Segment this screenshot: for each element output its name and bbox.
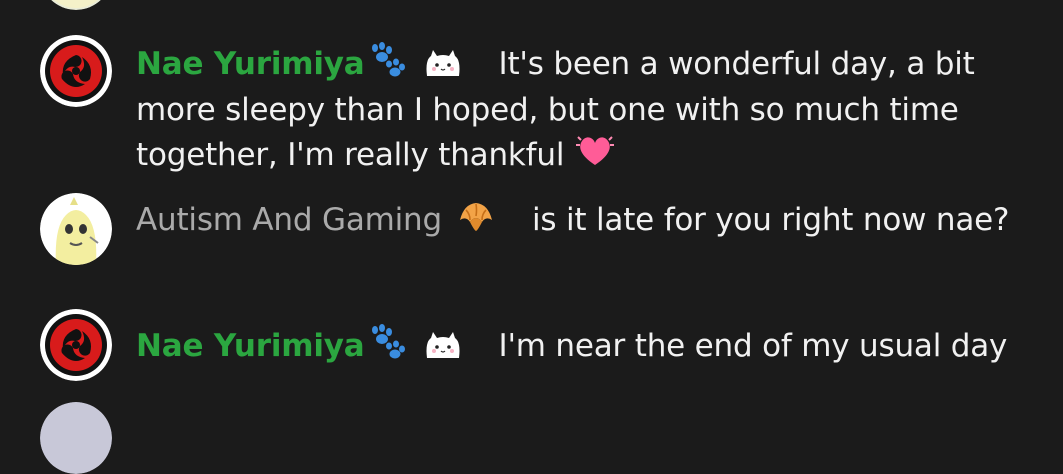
message-text: I'm near the end of my usual day [498,328,1008,364]
cat-emote-icon [423,47,463,89]
message-text: is it late for you right now nae? [531,202,1010,238]
chat-message: Autism And Gaming is it late for you rig… [136,198,1016,245]
paw-prints-icon [365,42,409,89]
paw-prints-icon [365,324,409,371]
tomoe-red-avatar-icon [40,35,112,107]
croissant-icon [456,198,496,245]
cat-emote-icon [423,329,463,371]
chat-message: Nae Yurimiya [136,324,1016,371]
avatar-nae-yurimiya[interactable] [40,35,112,107]
avatar-nae-yurimiya[interactable] [40,309,112,381]
author-name[interactable]: Nae Yurimiya [136,46,365,82]
avatar-previous-message[interactable] [40,0,112,10]
heart-emoji-icon [574,131,616,180]
tomoe-red-avatar-icon [40,309,112,381]
cartoon-character-avatar-icon [40,193,112,265]
author-name[interactable]: Nae Yurimiya [136,328,365,364]
live-chat-feed: Nae Yurimiya It's been a wonderful day, … [0,0,1063,474]
avatar-autism-and-gaming[interactable] [40,193,112,265]
author-name[interactable]: Autism And Gaming [136,202,442,238]
chat-message: Nae Yurimiya [136,42,1016,180]
avatar-next-message[interactable] [40,402,112,474]
